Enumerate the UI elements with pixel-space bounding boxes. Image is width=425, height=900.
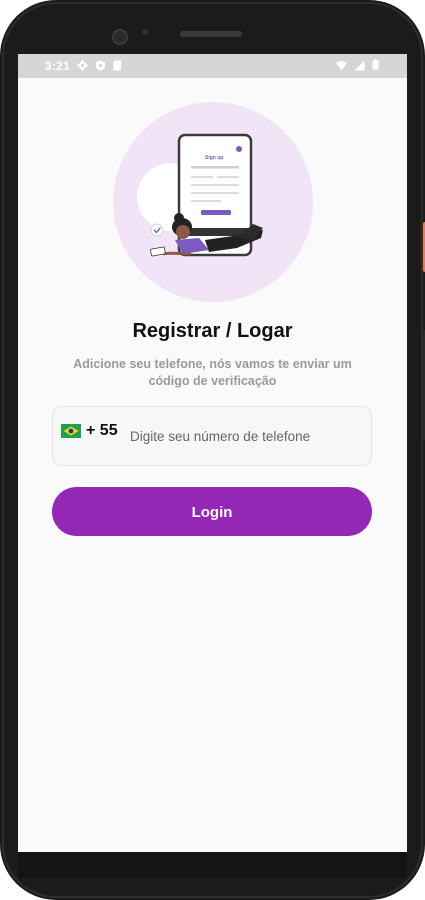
page-subtitle: Adicione seu telefone, nós vamos te envi… — [73, 357, 352, 388]
brazil-flag-icon[interactable] — [61, 424, 81, 438]
status-time: 3:21 — [45, 59, 70, 73]
country-code[interactable]: + 55 — [86, 422, 118, 440]
earpiece-speaker — [180, 31, 242, 37]
svg-text:Sign up: Sign up — [205, 155, 223, 161]
gear-icon — [77, 60, 88, 71]
proximity-sensor — [142, 29, 148, 35]
sd-card-icon — [113, 60, 122, 71]
status-bar: 3:21 — [18, 54, 407, 78]
page-title: Registrar / Logar — [132, 320, 293, 342]
front-camera — [112, 29, 128, 45]
shield-icon — [95, 60, 106, 71]
wifi-icon — [336, 61, 347, 71]
signal-icon — [354, 60, 365, 71]
signup-illustration: Sign up — [113, 102, 313, 302]
phone-number-field[interactable]: + 55 Digite seu número de telefone — [52, 406, 372, 466]
login-button[interactable]: Login — [52, 487, 372, 536]
battery-icon — [372, 59, 379, 70]
navigation-bar — [18, 852, 407, 878]
phone-input-placeholder[interactable]: Digite seu número de telefone — [130, 429, 310, 444]
app-screen: 3:21 Sign up Registrar / Logar Adicione … — [18, 54, 407, 852]
phone-top-sensors — [0, 0, 425, 52]
